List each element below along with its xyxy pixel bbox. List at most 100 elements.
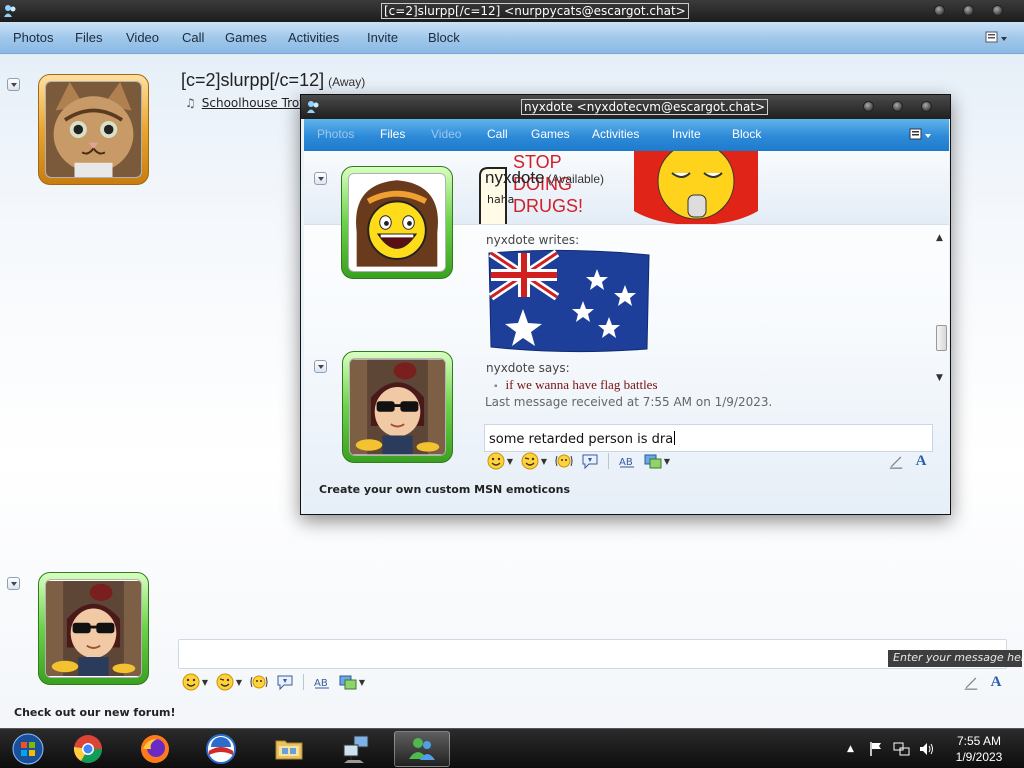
nudge-icon[interactable] bbox=[554, 451, 574, 471]
contact-display-name: nyxdote bbox=[485, 168, 545, 187]
front-window-titlebar[interactable]: nyxdote <nyxdotecvm@escargot.chat> bbox=[301, 95, 950, 119]
front-window-toolbar: Photos Files Video Call Games Activities… bbox=[304, 119, 949, 151]
volume-icon[interactable] bbox=[918, 729, 936, 768]
background-picker-icon[interactable] bbox=[643, 451, 663, 471]
menu-games[interactable]: Games bbox=[225, 30, 267, 45]
front-promo-link[interactable]: Create your own custom MSN emoticons bbox=[319, 483, 570, 496]
menu-photos[interactable]: Photos bbox=[13, 30, 53, 45]
handwriting-pen-icon[interactable] bbox=[960, 671, 982, 693]
scroll-thumb[interactable] bbox=[936, 325, 947, 351]
front-maximize-button[interactable] bbox=[892, 101, 903, 112]
back-window-titlebar[interactable]: [c=2]slurpp[/c=12] <nurppycats@escargot.… bbox=[0, 0, 1024, 22]
contact-status: (Away) bbox=[328, 75, 366, 89]
collapse-own-avatar-button[interactable] bbox=[7, 577, 20, 590]
voice-clip-icon[interactable] bbox=[275, 672, 295, 692]
wink-icon[interactable] bbox=[520, 451, 540, 471]
own-avatar[interactable] bbox=[342, 351, 453, 463]
wink-dropdown-icon[interactable]: ▼ bbox=[235, 678, 243, 687]
background-dropdown-icon[interactable]: ▼ bbox=[663, 457, 671, 466]
message-input[interactable]: some retarded person is dra bbox=[484, 424, 933, 452]
emoticon-dropdown-icon[interactable]: ▼ bbox=[201, 678, 209, 687]
menu-video[interactable]: Video bbox=[431, 127, 461, 141]
emoticon-smiley-icon[interactable] bbox=[181, 672, 201, 692]
firefox-icon[interactable] bbox=[127, 731, 183, 767]
personal-message: haha bbox=[487, 193, 515, 206]
chat-scrollbar[interactable]: ▲ ▼ bbox=[934, 233, 948, 389]
handwriting-pen-icon[interactable] bbox=[885, 450, 907, 472]
collapse-contact-button[interactable] bbox=[7, 78, 20, 91]
toolbar-divider bbox=[303, 674, 304, 690]
menu-activities[interactable]: Activities bbox=[592, 127, 639, 141]
chat-history: nyxdote writes: nyxdote says: if we wann… bbox=[481, 227, 937, 419]
own-avatar[interactable] bbox=[38, 572, 149, 685]
tray-expand-icon[interactable]: ▲ bbox=[847, 729, 854, 768]
background-picker-icon[interactable] bbox=[338, 672, 358, 692]
font-icon[interactable]: A bbox=[910, 450, 932, 472]
scroll-down-icon[interactable]: ▼ bbox=[936, 373, 943, 383]
front-window-title: nyxdote <nyxdotecvm@escargot.chat> bbox=[521, 99, 769, 115]
maximize-button[interactable] bbox=[963, 5, 974, 16]
system-clock[interactable]: 7:55 AM 1/9/2023 bbox=[945, 733, 1013, 765]
back-window-toolbar: Photos Files Video Call Games Activities… bbox=[0, 22, 1024, 54]
show-menu-icon[interactable] bbox=[908, 126, 934, 144]
action-center-flag-icon[interactable] bbox=[868, 729, 884, 768]
menu-video[interactable]: Video bbox=[126, 30, 159, 45]
menu-invite[interactable]: Invite bbox=[367, 30, 398, 45]
start-orb-icon[interactable] bbox=[0, 731, 56, 767]
internet-explorer-obama-icon[interactable] bbox=[193, 731, 249, 767]
menu-activities[interactable]: Activities bbox=[288, 30, 339, 45]
spellcheck-icon[interactable]: AB bbox=[617, 451, 637, 471]
msn-messenger-taskbar-icon[interactable] bbox=[394, 731, 450, 767]
back-window-title: [c=2]slurpp[/c=12] <nurppycats@escargot.… bbox=[381, 3, 689, 19]
collapse-own-avatar-button[interactable] bbox=[314, 360, 327, 373]
network-status-icon[interactable] bbox=[893, 729, 911, 768]
voice-clip-icon[interactable] bbox=[580, 451, 600, 471]
menu-games[interactable]: Games bbox=[531, 127, 570, 141]
australian-flag-drawing-icon bbox=[488, 249, 650, 353]
contact-status: (Available) bbox=[547, 172, 605, 186]
front-minimize-button[interactable] bbox=[863, 101, 874, 112]
menu-files[interactable]: Files bbox=[380, 127, 405, 141]
collapse-contact-button[interactable] bbox=[314, 172, 327, 185]
back-promo-link[interactable]: Check out our new forum! bbox=[14, 706, 176, 719]
menu-files[interactable]: Files bbox=[75, 30, 102, 45]
front-chat-window: nyxdote <nyxdotecvm@escargot.chat> Photo… bbox=[300, 94, 951, 515]
toolbar-divider bbox=[608, 453, 609, 469]
menu-block[interactable]: Block bbox=[428, 30, 460, 45]
back-message-input[interactable] bbox=[178, 639, 1007, 669]
now-playing-link[interactable]: Schoolhouse Trot bbox=[202, 96, 304, 110]
contact-avatar[interactable] bbox=[341, 166, 453, 279]
menu-call[interactable]: Call bbox=[182, 30, 204, 45]
network-setup-icon[interactable] bbox=[328, 731, 384, 767]
chrome-icon[interactable] bbox=[60, 731, 116, 767]
menu-call[interactable]: Call bbox=[487, 127, 508, 141]
chat-sender-line: nyxdote says: bbox=[486, 361, 570, 375]
msn-buddy-icon bbox=[2, 3, 18, 19]
front-close-button[interactable] bbox=[921, 101, 932, 112]
background-dropdown-icon[interactable]: ▼ bbox=[358, 678, 366, 687]
front-emoticon-bar: ▼ ▼ AB ▼ bbox=[486, 450, 677, 472]
contact-display-name: [c=2]slurpp[/c=12] bbox=[181, 70, 325, 90]
spellcheck-icon[interactable]: AB bbox=[312, 672, 332, 692]
nudge-icon[interactable] bbox=[249, 672, 269, 692]
contact-avatar-cat[interactable] bbox=[38, 74, 149, 185]
close-button[interactable] bbox=[992, 5, 1003, 16]
awesome-face-anime-avatar-icon bbox=[349, 174, 445, 271]
menu-photos[interactable]: Photos bbox=[317, 127, 354, 141]
menu-block[interactable]: Block bbox=[732, 127, 761, 141]
sunglasses-girl-avatar-icon bbox=[46, 581, 141, 676]
show-menu-icon[interactable] bbox=[984, 29, 1010, 47]
back-contact-name: [c=2]slurpp[/c=12] (Away) bbox=[181, 70, 365, 91]
message-input-text: some retarded person is dra bbox=[489, 432, 674, 447]
wink-dropdown-icon[interactable]: ▼ bbox=[540, 457, 548, 466]
emoticon-smiley-icon[interactable] bbox=[486, 451, 506, 471]
menu-invite[interactable]: Invite bbox=[672, 127, 701, 141]
file-explorer-icon[interactable] bbox=[261, 731, 317, 767]
music-note-icon: ♫ bbox=[185, 96, 196, 110]
font-icon[interactable]: A bbox=[985, 671, 1007, 693]
scroll-up-icon[interactable]: ▲ bbox=[936, 233, 943, 243]
input-hint-tooltip: Enter your message here bbox=[888, 650, 1022, 667]
emoticon-dropdown-icon[interactable]: ▼ bbox=[506, 457, 514, 466]
wink-icon[interactable] bbox=[215, 672, 235, 692]
minimize-button[interactable] bbox=[934, 5, 945, 16]
